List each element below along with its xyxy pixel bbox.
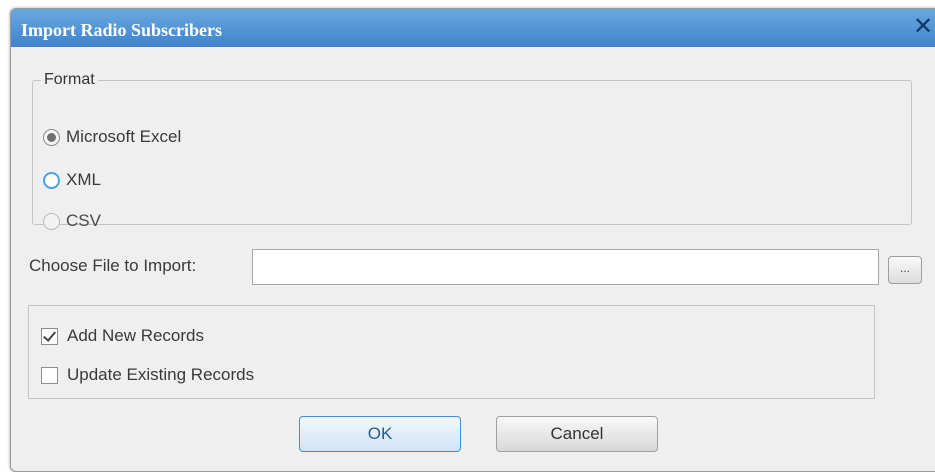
records-group: Add New Records Update Existing Records: [28, 305, 875, 399]
checkbox-unchecked-icon: [41, 366, 58, 384]
radio-microsoft-excel[interactable]: Microsoft Excel: [43, 127, 181, 147]
checkbox-update-existing-records[interactable]: Update Existing Records: [41, 365, 254, 385]
title-bar: Import Radio Subscribers ✕: [11, 9, 935, 47]
format-legend: Format: [44, 71, 95, 88]
checkbox-checked-icon: [41, 327, 58, 345]
import-dialog: Import Radio Subscribers ✕ Format Micros…: [10, 8, 935, 472]
close-icon[interactable]: ✕: [912, 14, 934, 40]
radio-label-csv: CSV: [66, 211, 101, 230]
checkbox-add-new-records[interactable]: Add New Records: [41, 326, 204, 346]
radio-label-xml: XML: [66, 170, 101, 189]
radio-xml[interactable]: XML: [43, 170, 101, 190]
browse-button[interactable]: ...: [888, 256, 922, 284]
file-label: Choose File to Import:: [29, 256, 197, 275]
checkbox-label-update-existing: Update Existing Records: [67, 365, 255, 384]
cancel-button[interactable]: Cancel: [496, 416, 658, 452]
file-path-input[interactable]: [252, 249, 879, 285]
radio-label-microsoft-excel: Microsoft Excel: [66, 127, 182, 146]
checkbox-label-add-new: Add New Records: [67, 326, 205, 345]
ok-button[interactable]: OK: [299, 416, 461, 452]
radio-unselected-icon: [43, 212, 60, 230]
radio-selected-icon: [43, 128, 60, 146]
radio-unselected-icon: [43, 171, 60, 189]
dialog-title: Import Radio Subscribers: [21, 20, 223, 40]
format-group: Format Microsoft Excel XML CSV: [32, 71, 912, 230]
radio-csv[interactable]: CSV: [43, 211, 101, 231]
